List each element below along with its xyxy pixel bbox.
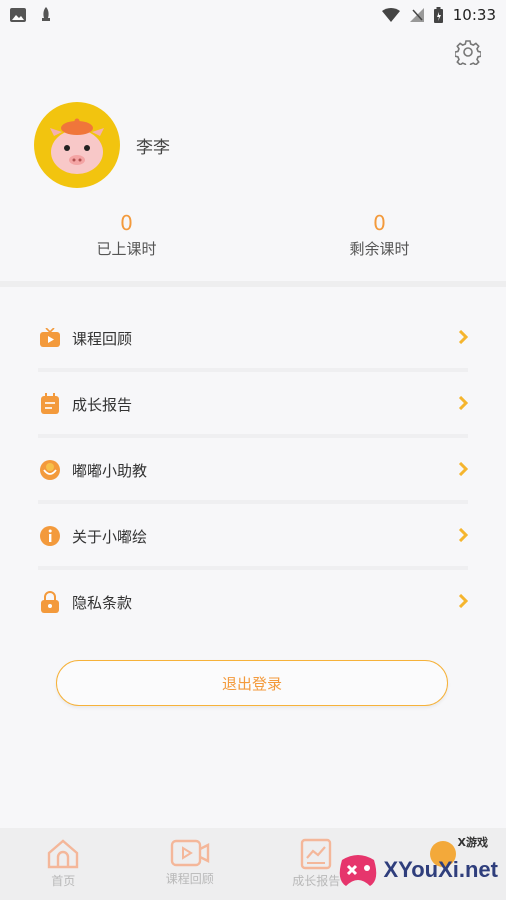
rocket-icon bbox=[42, 7, 50, 21]
status-right: 10:33 bbox=[381, 6, 496, 24]
status-bar: 10:33 bbox=[0, 0, 506, 30]
tab-label: 课程回顾 bbox=[165, 872, 214, 886]
watermark-small-text: X游戏 bbox=[457, 836, 488, 849]
menu-item-course-review[interactable]: 课程回顾 bbox=[38, 308, 468, 372]
chevron-right-icon bbox=[458, 462, 468, 476]
stats-row: 0 已上课时 0 剩余课时 bbox=[0, 210, 506, 270]
info-icon bbox=[38, 524, 62, 548]
menu-item-privacy[interactable]: 隐私条款 bbox=[38, 572, 468, 632]
image-icon bbox=[10, 8, 26, 22]
section-divider bbox=[0, 281, 506, 287]
wifi-icon bbox=[381, 8, 400, 22]
menu-item-label: 嘟嘟小助教 bbox=[72, 461, 148, 480]
pig-avatar-icon bbox=[50, 118, 104, 174]
menu-item-label: 成长报告 bbox=[72, 395, 133, 414]
gear-icon bbox=[455, 40, 481, 65]
logout-button[interactable]: 退出登录 bbox=[56, 660, 448, 706]
status-left bbox=[10, 7, 52, 23]
menu-item-assistant[interactable]: 嘟嘟小助教 bbox=[38, 440, 468, 504]
settings-button[interactable] bbox=[454, 38, 482, 66]
stat-value: 0 bbox=[373, 211, 386, 235]
battery-icon bbox=[433, 7, 443, 23]
gamepad-icon bbox=[339, 855, 376, 886]
tab-label: 成长报告 bbox=[292, 874, 341, 888]
chevron-right-icon bbox=[458, 594, 468, 608]
video-icon bbox=[170, 839, 209, 867]
watermark: X游戏 XYouXi.net bbox=[336, 836, 499, 890]
status-time: 10:33 bbox=[452, 6, 496, 24]
menu-item-label: 隐私条款 bbox=[72, 593, 133, 612]
stat-remaining-hours: 0 剩余课时 bbox=[253, 210, 506, 270]
stat-label: 已上课时 bbox=[96, 240, 157, 258]
chart-icon bbox=[301, 838, 332, 870]
tab-home[interactable]: 首页 bbox=[0, 828, 127, 900]
profile-section: 李李 bbox=[34, 102, 170, 188]
menu-item-label: 课程回顾 bbox=[72, 329, 133, 348]
username: 李李 bbox=[136, 137, 170, 158]
chevron-right-icon bbox=[458, 330, 468, 344]
menu-item-growth-report[interactable]: 成长报告 bbox=[38, 374, 468, 438]
avatar[interactable] bbox=[34, 102, 120, 188]
tv-icon bbox=[38, 326, 62, 350]
assistant-icon bbox=[38, 458, 62, 482]
menu-item-label: 关于小嘟绘 bbox=[72, 527, 148, 546]
menu-item-about[interactable]: 关于小嘟绘 bbox=[38, 506, 468, 570]
chevron-right-icon bbox=[458, 396, 468, 410]
signal-icon bbox=[409, 8, 424, 22]
lock-icon bbox=[38, 590, 62, 614]
tab-label: 首页 bbox=[51, 874, 76, 888]
stat-label: 剩余课时 bbox=[349, 240, 410, 258]
watermark-text: XYouXi.net bbox=[383, 857, 499, 882]
report-icon bbox=[38, 392, 62, 416]
menu-list: 课程回顾 成长报告 嘟嘟小助教 关于小嘟绘 隐私条款 bbox=[38, 308, 468, 634]
tab-course-review[interactable]: 课程回顾 bbox=[127, 828, 254, 900]
chevron-right-icon bbox=[458, 528, 468, 542]
stat-attended-hours: 0 已上课时 bbox=[0, 210, 253, 270]
home-icon bbox=[48, 839, 79, 869]
stat-value: 0 bbox=[120, 211, 133, 235]
